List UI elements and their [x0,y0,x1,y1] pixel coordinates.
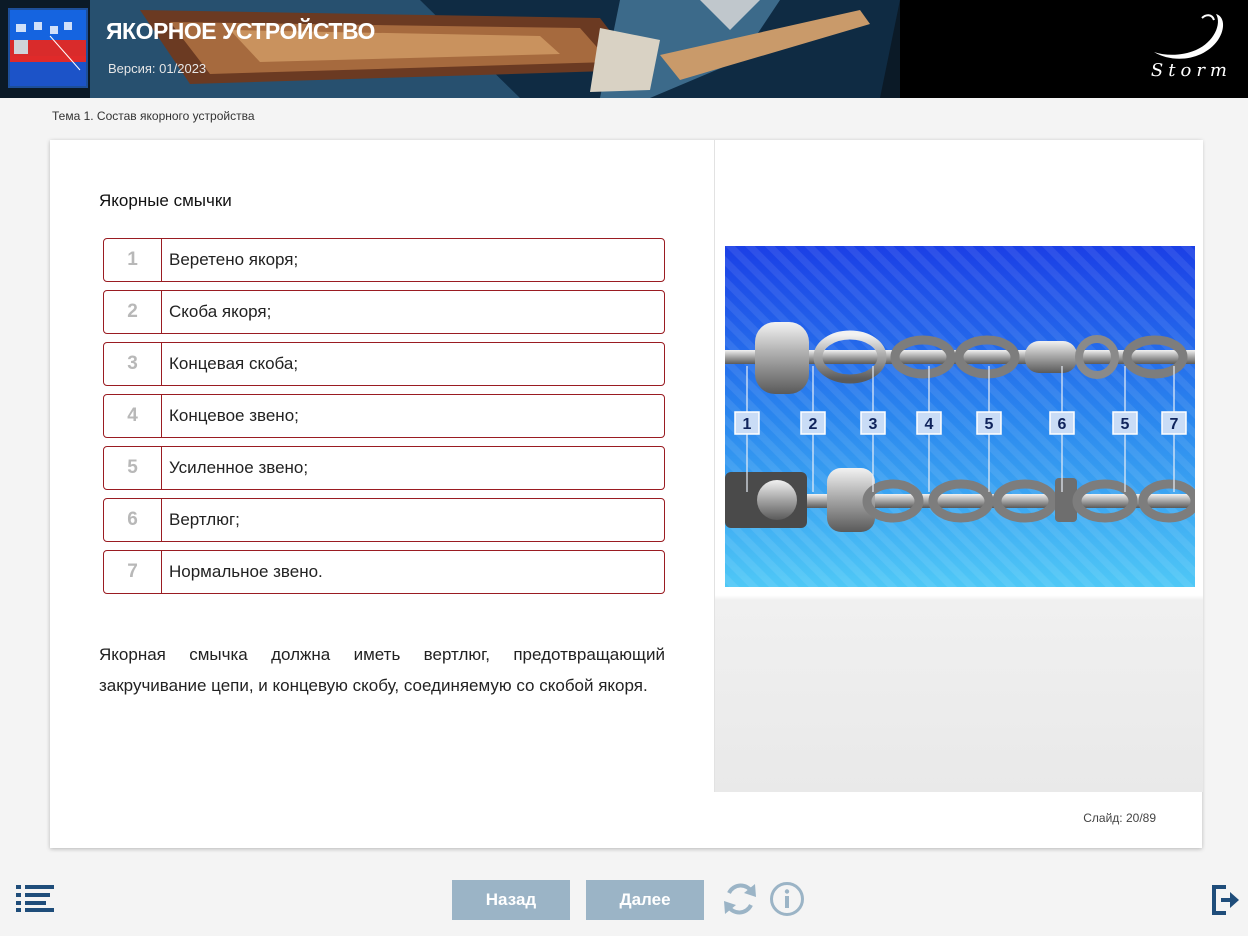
list-item-number: 5 [104,447,162,489]
course-thumbnail [8,8,88,88]
menu-list-icon[interactable] [16,884,54,912]
list-item-text: Веретено якоря; [169,250,299,269]
exit-icon[interactable] [1212,885,1240,915]
list-item: 4 Концевое звено; [103,394,665,438]
diagram-label: 5 [976,411,1002,435]
list-item-text: Вертлюг; [169,510,240,529]
ship-thumbnail-image [10,10,86,86]
diagram-label: 4 [916,411,942,435]
svg-text:2: 2 [809,416,818,433]
list-item-number: 6 [104,499,162,541]
diagram-label: 5 [1112,411,1138,435]
svg-text:7: 7 [1170,416,1179,433]
list-item-text: Концевое звено; [169,406,299,425]
list-item-number: 2 [104,291,162,333]
svg-text:6: 6 [1058,416,1067,433]
diagram-label: 7 [1161,411,1187,435]
back-button[interactable]: Назад [452,880,570,920]
diagram-label: 6 [1049,411,1075,435]
list-item-text: Усиленное звено; [169,458,309,477]
list-item-number: 3 [104,343,162,385]
list-item: 7 Нормальное звено. [103,550,665,594]
list-item-text: Концевая скоба; [169,354,299,373]
course-title: ЯКОРНОЕ УСТРОЙСТВО [106,18,375,44]
list-item: 3 Концевая скоба; [103,342,665,386]
svg-text:3: 3 [869,416,878,433]
list-item-text: Скоба якоря; [169,302,272,321]
svg-text:5: 5 [1121,416,1130,433]
list-item-text: Нормальное звено. [169,562,323,581]
course-version: Версия: 01/2023 [108,61,207,76]
list-item: 2 Скоба якоря; [103,290,665,334]
list-item: 5 Усиленное звено; [103,446,665,490]
anchor-chain-diagram: 1 2 3 4 5 6 5 7 [725,246,1195,587]
slide-counter: Слайд: 20/89 [1083,811,1156,825]
header-banner-image [0,0,1248,98]
diagram-label: 2 [800,411,826,435]
list-item: 6 Вертлюг; [103,498,665,542]
diagram-label: 3 [860,411,886,435]
app-header: ЯКОРНОЕ УСТРОЙСТВО Версия: 01/2023 Storm [0,0,1248,98]
list-item-number: 7 [104,551,162,593]
next-button[interactable]: Далее [586,880,704,920]
list-item-number: 4 [104,395,162,437]
breadcrumb: Тема 1. Состав якорного устройства [52,109,255,123]
reload-icon[interactable] [721,880,759,918]
info-icon[interactable] [769,881,805,917]
diagram-label: 1 [734,411,760,435]
svg-text:1: 1 [743,416,752,433]
description-paragraph: Якорная смычка должна иметь вертлюг, пре… [99,645,665,695]
svg-text:4: 4 [925,416,934,433]
storm-logo-text: Storm [1150,60,1232,81]
component-list: 1 Веретено якоря; 2 Скоба якоря; 3 Конце… [103,238,665,602]
slide-card: Якорные смычки 1 Веретено якоря; 2 Скоба… [50,140,1203,848]
section-heading: Якорные смычки [99,191,232,210]
list-item: 1 Веретено якоря; [103,238,665,282]
svg-text:5: 5 [985,416,994,433]
image-panel: 1 2 3 4 5 6 5 7 [714,140,1203,792]
list-item-number: 1 [104,239,162,281]
